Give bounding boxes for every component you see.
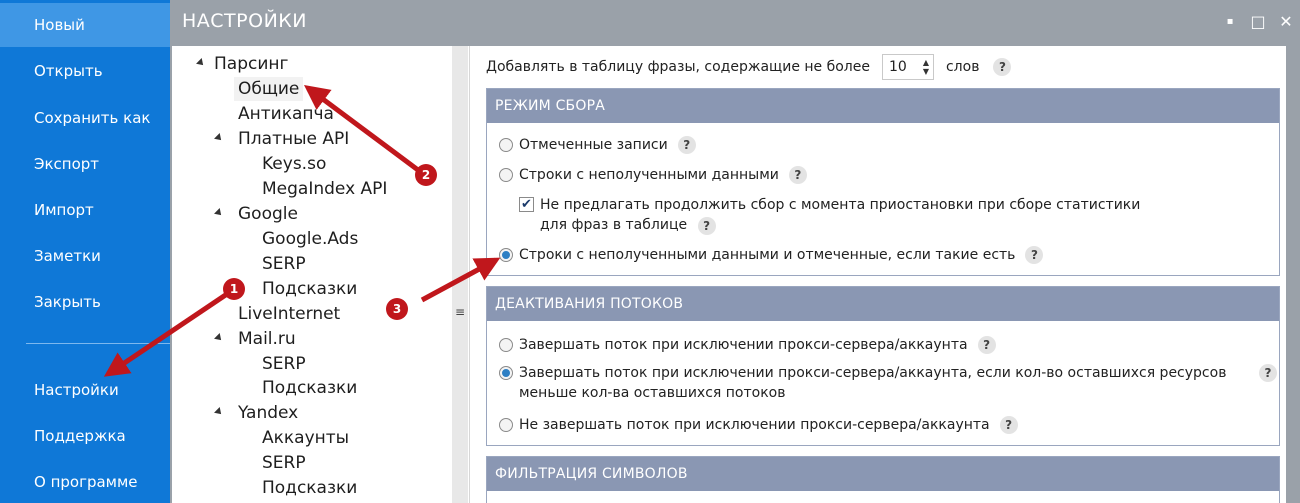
- help-icon[interactable]: ?: [1259, 364, 1277, 382]
- option-label: Завершать поток при исключении прокси-се…: [519, 337, 968, 353]
- collect-mode-header: РЕЖИМ СБОРА: [487, 89, 1279, 123]
- tree-item-google-serp[interactable]: SERP: [262, 252, 306, 276]
- tree-item-yandex-accounts[interactable]: Аккаунты: [262, 426, 349, 450]
- menu-divider: [26, 343, 170, 344]
- annotation-badge-1: 1: [223, 278, 245, 300]
- tree-item-liveinternet[interactable]: LiveInternet: [238, 302, 340, 326]
- expand-caret-icon[interactable]: [214, 407, 224, 417]
- option-label: Строки с неполученными данными и отмечен…: [519, 247, 1016, 263]
- help-icon[interactable]: ?: [677, 136, 696, 154]
- menu-item-import[interactable]: Импорт: [0, 188, 170, 232]
- tree-item-parsing[interactable]: Парсинг: [214, 52, 288, 76]
- tree-item-mailru-suggest[interactable]: Подсказки: [262, 376, 357, 400]
- menu-item-new[interactable]: Новый: [0, 3, 170, 47]
- settings-window: НАСТРОЙКИ ▪ □ ✕ Парсинг Общие Антикапча …: [170, 0, 1300, 503]
- stepper-arrows-icon[interactable]: ▲ ▼: [919, 58, 933, 76]
- expand-caret-icon[interactable]: [214, 133, 224, 143]
- tree-item-anticaptcha[interactable]: Антикапча: [238, 102, 334, 126]
- tree-item-mailru-serp[interactable]: SERP: [262, 352, 306, 376]
- thread-deactivation-group: ДЕАКТИВАНИЯ ПОТОКОВ Завершать поток при …: [486, 286, 1280, 446]
- splitter-grip-icon[interactable]: ≡: [453, 300, 467, 324]
- option-do-not-end-thread[interactable]: Не завершать поток при исключении прокси…: [499, 415, 1018, 435]
- radio-missing-rows[interactable]: [499, 168, 513, 182]
- settings-pane: Добавлять в таблицу фразы, содержащие не…: [476, 46, 1286, 503]
- option-end-thread[interactable]: Завершать поток при исключении прокси-се…: [499, 335, 996, 355]
- tree-item-google-ads[interactable]: Google.Ads: [262, 227, 358, 251]
- menu-item-save-as[interactable]: Сохранить как: [0, 96, 170, 140]
- radio-end-thread-if-fewer[interactable]: [499, 366, 513, 380]
- close-icon[interactable]: ✕: [1274, 10, 1298, 34]
- phrase-limit-stepper[interactable]: 10 ▲ ▼: [881, 54, 934, 80]
- tree-item-megaindex-api[interactable]: MegaIndex API: [262, 177, 387, 201]
- annotation-badge-2: 2: [415, 164, 437, 186]
- minimize-icon[interactable]: ▪: [1218, 10, 1242, 34]
- help-icon[interactable]: ?: [977, 336, 996, 354]
- menu-item-support[interactable]: Поддержка: [0, 414, 170, 458]
- menu-item-settings[interactable]: Настройки: [0, 368, 170, 412]
- tree-item-google[interactable]: Google: [238, 202, 298, 226]
- tree-item-yandex-serp[interactable]: SERP: [262, 451, 306, 475]
- phrase-limit-value[interactable]: 10: [889, 59, 907, 75]
- option-marked-records[interactable]: Отмеченные записи ?: [499, 135, 696, 155]
- help-icon[interactable]: ?: [993, 58, 1012, 76]
- radio-do-not-end-thread[interactable]: [499, 418, 513, 432]
- tree-item-mailru[interactable]: Mail.ru: [238, 327, 296, 351]
- maximize-icon[interactable]: □: [1246, 10, 1270, 34]
- window-frame-left: [170, 46, 172, 503]
- option-label: Не завершать поток при исключении прокси…: [519, 417, 990, 433]
- thread-deactivation-header: ДЕАКТИВАНИЯ ПОТОКОВ: [487, 287, 1279, 321]
- panel-splitter[interactable]: [452, 46, 468, 503]
- window-frame-right: [1286, 46, 1300, 503]
- char-filter-group: ФИЛЬТРАЦИЯ СИМВОЛОВ: [486, 456, 1280, 503]
- option-missing-rows[interactable]: Строки с неполученными данными ?: [499, 165, 807, 185]
- checkbox-no-resume-prompt[interactable]: ✔: [519, 197, 534, 212]
- menu-item-notes[interactable]: Заметки: [0, 234, 170, 278]
- help-icon[interactable]: ?: [697, 216, 716, 235]
- option-no-resume-prompt[interactable]: ✔ Не предлагать продолжить сбор с момент…: [519, 195, 1169, 235]
- expand-caret-icon[interactable]: [196, 58, 206, 68]
- window-titlebar[interactable]: НАСТРОЙКИ ▪ □ ✕: [170, 0, 1300, 46]
- option-label: Завершать поток при исключении прокси-се…: [519, 365, 1227, 401]
- menu-item-about[interactable]: О программе: [0, 460, 170, 503]
- menu-item-open[interactable]: Открыть: [0, 49, 170, 93]
- option-label: Не предлагать продолжить сбор с момента …: [540, 197, 1141, 235]
- main-menu: Новый Открыть Сохранить как Экспорт Импо…: [0, 0, 170, 503]
- tree-item-yandex-suggest[interactable]: Подсказки: [262, 476, 357, 500]
- radio-end-thread[interactable]: [499, 338, 513, 352]
- window-title: НАСТРОЙКИ: [182, 10, 307, 32]
- annotation-badge-3: 3: [386, 298, 408, 320]
- expand-caret-icon[interactable]: [214, 208, 224, 218]
- option-label: Строки с неполученными данными: [519, 167, 779, 183]
- help-icon[interactable]: ?: [788, 166, 807, 184]
- tree-item-keys-so[interactable]: Keys.so: [262, 152, 326, 176]
- radio-marked-records[interactable]: [499, 138, 513, 152]
- menu-item-export[interactable]: Экспорт: [0, 142, 170, 186]
- expand-caret-icon[interactable]: [214, 333, 224, 343]
- help-icon[interactable]: ?: [1025, 246, 1044, 264]
- tree-item-paid-api[interactable]: Платные API: [238, 127, 349, 151]
- collect-mode-group: РЕЖИМ СБОРА Отмеченные записи ? Строки с…: [486, 88, 1280, 276]
- radio-missing-and-marked[interactable]: [499, 248, 513, 262]
- phrase-limit-suffix: слов: [945, 59, 980, 75]
- settings-tree: Парсинг Общие Антикапча Платные API Keys…: [180, 46, 470, 503]
- phrase-limit-row: Добавлять в таблицу фразы, содержащие не…: [486, 54, 1012, 80]
- char-filter-header: ФИЛЬТРАЦИЯ СИМВОЛОВ: [487, 457, 1279, 491]
- menu-item-close[interactable]: Закрыть: [0, 280, 170, 324]
- option-label: Отмеченные записи: [519, 137, 668, 153]
- tree-item-general[interactable]: Общие: [234, 77, 304, 101]
- tree-item-google-suggest[interactable]: Подсказки: [262, 277, 357, 301]
- help-icon[interactable]: ?: [999, 416, 1018, 434]
- option-end-thread-if-fewer[interactable]: Завершать поток при исключении прокси-се…: [499, 363, 1279, 403]
- option-missing-and-marked[interactable]: Строки с неполученными данными и отмечен…: [499, 245, 1044, 265]
- tree-item-yandex[interactable]: Yandex: [238, 401, 298, 425]
- phrase-limit-label: Добавлять в таблицу фразы, содержащие не…: [486, 59, 870, 75]
